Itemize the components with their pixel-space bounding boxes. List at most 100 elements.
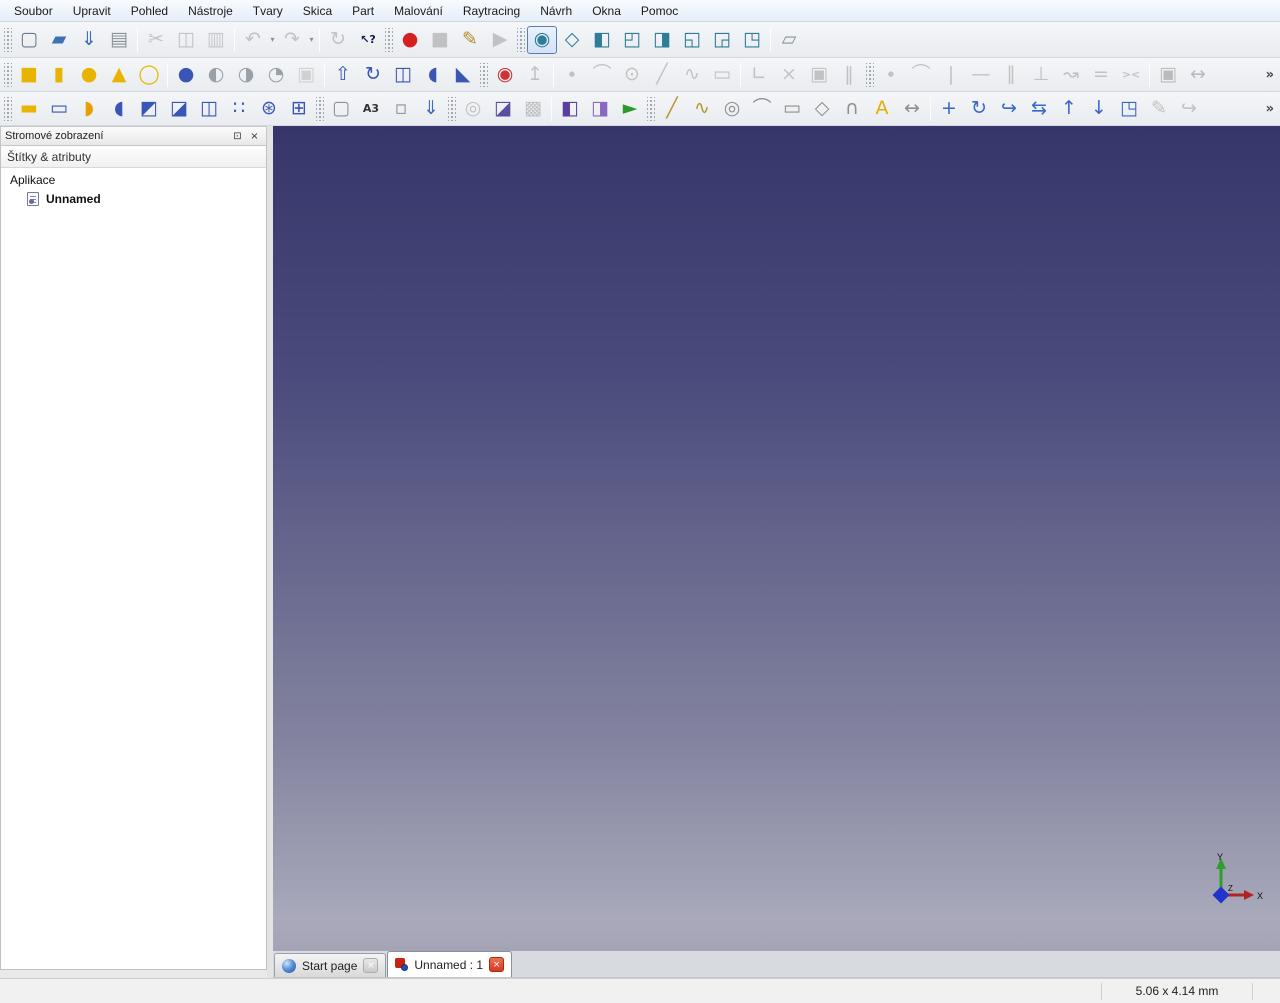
- drawing-new-page-button[interactable]: ▢: [326, 95, 356, 123]
- draft-circle-button[interactable]: ◎: [717, 95, 747, 123]
- view-fit-all-button[interactable]: ◉: [527, 25, 557, 54]
- view-top-button[interactable]: ◰: [617, 26, 647, 54]
- raytracing-render-button[interactable]: ►: [615, 95, 645, 123]
- draft-move-button[interactable]: +: [934, 95, 964, 123]
- draft-scale-button[interactable]: ◳: [1114, 95, 1144, 123]
- menu-item-part[interactable]: Part: [342, 1, 384, 21]
- drawing-export-page-button[interactable]: ⇓: [416, 95, 446, 123]
- draft-rectangle-button[interactable]: ▭: [777, 95, 807, 123]
- dock-close-icon[interactable]: ×: [247, 129, 262, 144]
- menu-item-nastroje[interactable]: Nástroje: [178, 1, 243, 21]
- tab-document[interactable]: Unnamed : 1 ×: [387, 951, 513, 977]
- draft-text-button[interactable]: A: [867, 95, 897, 123]
- dock-float-icon[interactable]: ⊡: [230, 129, 245, 144]
- new-document-button[interactable]: ▢: [14, 26, 44, 54]
- toolbar-handle[interactable]: [647, 96, 655, 121]
- part-cone-button[interactable]: ▲: [104, 61, 134, 89]
- draft-downgrade-button[interactable]: ↓: [1084, 95, 1114, 123]
- view-front-button[interactable]: ◧: [587, 26, 617, 54]
- tree-item-application[interactable]: Aplikace: [1, 170, 266, 189]
- pd-revolution-button[interactable]: ◗: [74, 95, 104, 123]
- tab-start-page-close-icon[interactable]: ×: [363, 958, 379, 973]
- part-torus-button[interactable]: ◯: [134, 61, 164, 89]
- pd-multitransform-button[interactable]: ⊞: [284, 95, 314, 123]
- menu-item-raytracing[interactable]: Raytracing: [453, 1, 530, 21]
- tree-item-document[interactable]: Unnamed: [1, 189, 266, 208]
- part-mirror-button[interactable]: ◫: [388, 61, 418, 89]
- pd-groove-button[interactable]: ◖: [104, 95, 134, 123]
- toolbar-overflow-row3[interactable]: »: [1266, 101, 1274, 116]
- raytracing-new-project-button[interactable]: ◧: [555, 95, 585, 123]
- toolbar-handle[interactable]: [866, 62, 874, 87]
- view-left-button[interactable]: ◳: [737, 26, 767, 54]
- whats-this-button[interactable]: ↖?: [353, 26, 383, 54]
- part-cylinder-button[interactable]: ▮: [44, 61, 74, 89]
- boolean-cut-button[interactable]: ◑: [231, 61, 261, 89]
- part-fillet-button[interactable]: ◖: [418, 61, 448, 89]
- tree-column-header[interactable]: Štítky & atributy: [1, 146, 266, 168]
- part-revolve-button[interactable]: ↻: [358, 61, 388, 89]
- toolbar-handle[interactable]: [517, 27, 525, 52]
- view-right-button[interactable]: ◨: [647, 26, 677, 54]
- toolbar-handle[interactable]: [4, 96, 12, 121]
- toolbar-separator: [167, 62, 168, 87]
- drawing-insert-view-button[interactable]: ▫: [386, 95, 416, 123]
- menu-item-navrh[interactable]: Návrh: [530, 1, 582, 21]
- view-rear-button[interactable]: ◱: [677, 26, 707, 54]
- toolbar-handle[interactable]: [448, 96, 456, 121]
- draft-dimension-button[interactable]: ↔: [897, 95, 927, 123]
- pd-mirrored-button[interactable]: ◫: [194, 95, 224, 123]
- pd-linear-pattern-button[interactable]: ∷: [224, 95, 254, 123]
- menu-item-malovani[interactable]: Malování: [384, 1, 453, 21]
- pd-fillet-button[interactable]: ◩: [134, 95, 164, 123]
- pd-pocket-button[interactable]: ▭: [44, 95, 74, 123]
- draft-trimex-button[interactable]: ⇆: [1024, 95, 1054, 123]
- menu-item-pomoc[interactable]: Pomoc: [631, 1, 688, 21]
- draft-arc-button[interactable]: ⌒: [747, 95, 777, 123]
- measure-distance-button[interactable]: ▱: [774, 26, 804, 54]
- open-document-button[interactable]: ▰: [44, 26, 74, 54]
- toolbar-handle[interactable]: [385, 27, 393, 52]
- menu-item-upravit[interactable]: Upravit: [63, 1, 121, 21]
- pd-pad-button[interactable]: ▬: [14, 95, 44, 123]
- draft-wire-button[interactable]: ∿: [687, 95, 717, 123]
- pd-chamfer-button[interactable]: ◪: [164, 95, 194, 123]
- toolbar-handle[interactable]: [316, 96, 324, 121]
- toolbar-overflow-row2[interactable]: »: [1266, 67, 1274, 82]
- boolean-union-button[interactable]: ●: [171, 61, 201, 89]
- draft-upgrade-button[interactable]: ↑: [1054, 95, 1084, 123]
- menu-item-okna[interactable]: Okna: [582, 1, 631, 21]
- raytracing-export-part-button[interactable]: ◪: [488, 95, 518, 123]
- boolean-intersection-button[interactable]: ◔: [261, 61, 291, 89]
- part-chamfer-button[interactable]: ◣: [448, 61, 478, 89]
- tab-start-page[interactable]: Start page ×: [274, 953, 387, 977]
- menu-item-tvary[interactable]: Tvary: [243, 1, 293, 21]
- macro-record-button[interactable]: ●: [395, 26, 425, 54]
- toolbar-handle[interactable]: [480, 62, 488, 87]
- draft-line-button[interactable]: ╱: [657, 95, 687, 123]
- tab-document-close-icon[interactable]: ×: [489, 957, 505, 972]
- drawing-a3-landscape-button[interactable]: A3: [356, 95, 386, 123]
- draft-polygon-button[interactable]: ◇: [807, 95, 837, 123]
- save-document-button[interactable]: ⇓: [74, 26, 104, 54]
- part-box-button[interactable]: ■: [14, 61, 44, 89]
- view-axonometric-button[interactable]: ◇: [557, 26, 587, 54]
- draft-rotate-button[interactable]: ↻: [964, 95, 994, 123]
- toolbar-handle[interactable]: [4, 27, 12, 52]
- view-bottom-button[interactable]: ◲: [707, 26, 737, 54]
- pd-polar-pattern-button[interactable]: ⊛: [254, 95, 284, 123]
- menu-item-soubor[interactable]: Soubor: [4, 1, 63, 21]
- part-extrude-button[interactable]: ⇧: [328, 61, 358, 89]
- toolbar-handle[interactable]: [4, 62, 12, 87]
- 3d-viewport[interactable]: Y X Z: [273, 126, 1280, 951]
- draft-offset-button[interactable]: ↪: [994, 95, 1024, 123]
- boolean-common-button[interactable]: ◐: [201, 61, 231, 89]
- part-sphere-button[interactable]: ●: [74, 61, 104, 89]
- raytracing-insert-part-button[interactable]: ◨: [585, 95, 615, 123]
- menu-item-skica[interactable]: Skica: [293, 1, 342, 21]
- draft-bspline-button[interactable]: ∩: [837, 95, 867, 123]
- sketch-new-button[interactable]: ◉: [490, 61, 520, 89]
- print-document-button[interactable]: ▤: [104, 26, 134, 54]
- macro-edit-button[interactable]: ✎: [455, 26, 485, 54]
- menu-item-pohled[interactable]: Pohled: [121, 1, 178, 21]
